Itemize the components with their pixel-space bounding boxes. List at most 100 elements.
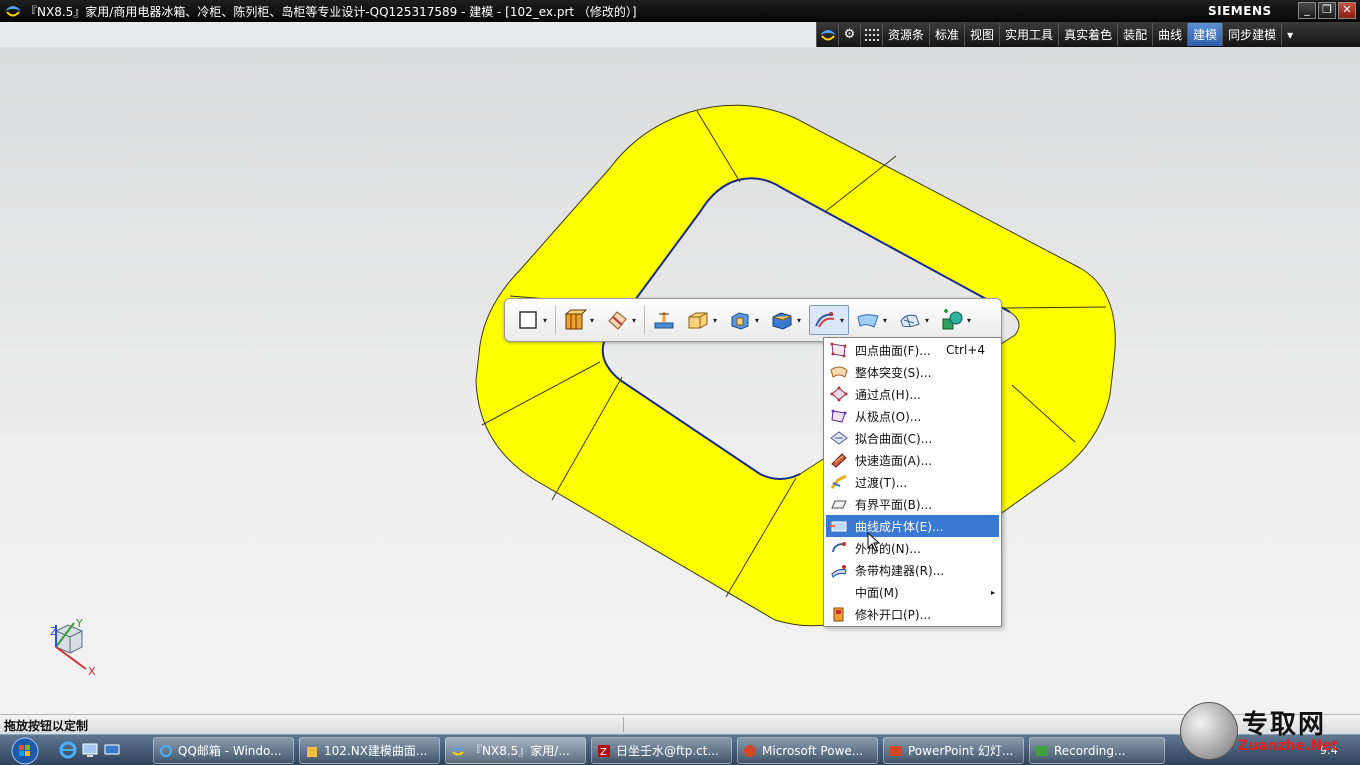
ie-icon <box>158 743 174 759</box>
start-button[interactable] <box>4 736 46 765</box>
swoop-icon <box>828 539 850 557</box>
gear-icon[interactable]: ⚙ <box>839 23 861 46</box>
menu-item-four-point-surface[interactable]: 四点曲面(F)... Ctrl+4 <box>824 339 1001 361</box>
mesh-button[interactable]: ▾ <box>895 305 933 335</box>
transition-icon <box>828 473 850 491</box>
datum-button[interactable] <box>649 305 679 335</box>
menu-item-swoop[interactable]: 外形的(N)... <box>824 537 1001 559</box>
menu-view[interactable]: 视图 <box>965 23 1001 46</box>
menu-synchronous-modeling[interactable]: 同步建模 <box>1223 23 1283 46</box>
menu-item-patch-openings[interactable]: 修补开口(P)... <box>824 603 1001 625</box>
folder-icon <box>304 743 320 759</box>
extrude-button[interactable]: ▾ <box>560 305 598 335</box>
watermark-en-text: Zuanzhe.Net <box>1238 738 1339 754</box>
menu-item-through-points[interactable]: 通过点(H)... <box>824 383 1001 405</box>
trim-icon <box>604 307 630 333</box>
from-poles-icon <box>828 407 850 425</box>
fit-surface-icon <box>828 429 850 447</box>
patch-openings-icon <box>828 605 850 623</box>
surface-dropdown-menu: 四点曲面(F)... Ctrl+4 整体突变(S)... 通过点(H)... 从… <box>823 337 1002 627</box>
taskbar-item-recording[interactable]: Recording... <box>1029 737 1165 764</box>
menu-item-rapid-surfacing[interactable]: 快速造面(A)... <box>824 449 1001 471</box>
block-button[interactable]: ▾ <box>683 305 721 335</box>
sheet-button[interactable]: ▾ <box>853 305 891 335</box>
mouse-cursor-icon <box>867 532 881 552</box>
extrude-body-icon <box>562 307 588 333</box>
minimize-button[interactable]: _ <box>1298 2 1316 19</box>
shell-icon <box>769 307 795 333</box>
boolean-button[interactable]: ▾ <box>725 305 763 335</box>
boolean-icon <box>727 307 753 333</box>
status-divider <box>623 717 624 732</box>
close-button[interactable]: ✕ <box>1338 2 1356 19</box>
rapid-surfacing-icon <box>828 451 850 469</box>
ribbon-builder-icon <box>828 561 850 579</box>
window-title: 『NX8.5』家用/商用电器冰箱、冷柜、陈列柜、岛柜等专业设计-QQ125317… <box>25 4 637 19</box>
feature-button[interactable]: ▾ <box>937 305 975 335</box>
shell-button[interactable]: ▾ <box>767 305 805 335</box>
siemens-brand: SIEMENS <box>1208 4 1272 18</box>
taskbar-item-nx[interactable]: 『NX8.5』家用/... <box>445 737 586 764</box>
surface-icon <box>812 307 838 333</box>
mesh-icon <box>897 307 923 333</box>
chevron-down-icon[interactable]: ▾ <box>881 316 889 325</box>
chevron-down-icon[interactable]: ▾ <box>965 316 973 325</box>
menubar-overflow-icon[interactable]: ▾ <box>1282 23 1298 46</box>
chevron-down-icon[interactable]: ▾ <box>541 316 549 325</box>
trim-button[interactable]: ▾ <box>602 305 640 335</box>
menu-assembly[interactable]: 装配 <box>1118 23 1154 46</box>
menu-modeling[interactable]: 建模 <box>1188 23 1224 46</box>
datum-icon <box>651 307 677 333</box>
menu-curve[interactable]: 曲线 <box>1153 23 1189 46</box>
menu-item-global-shaping[interactable]: 整体突变(S)... <box>824 361 1001 383</box>
menu-true-shading[interactable]: 真实着色 <box>1059 23 1119 46</box>
graphics-viewport[interactable] <box>0 47 1360 714</box>
nx-start-icon[interactable] <box>817 23 839 46</box>
ie-icon[interactable] <box>58 740 78 760</box>
submenu-arrow-icon: ▸ <box>990 587 995 597</box>
chevron-down-icon[interactable]: ▾ <box>630 316 638 325</box>
bounded-plane-icon <box>828 495 850 513</box>
menu-item-sheets-from-curves[interactable]: 曲线成片体(E)... <box>826 515 999 537</box>
sketch-button[interactable]: ▾ <box>513 305 551 335</box>
status-bar: 拖放按钮以定制 <box>0 714 1360 734</box>
powerpoint-icon <box>742 743 758 759</box>
grid-icon[interactable] <box>861 23 883 46</box>
chevron-down-icon[interactable]: ▾ <box>753 316 761 325</box>
restore-button[interactable]: ❐ <box>1318 2 1336 19</box>
soccer-ball-logo-icon <box>1180 702 1238 760</box>
sheets-from-curves-icon <box>828 517 850 535</box>
taskbar-item-powerpoint-slide[interactable]: PowerPoint 幻灯... <box>883 737 1024 764</box>
menu-item-bounded-plane[interactable]: 有界平面(B)... <box>824 493 1001 515</box>
menu-resource-bar[interactable]: 资源条 <box>883 23 931 46</box>
menu-utilities[interactable]: 实用工具 <box>1000 23 1060 46</box>
taskbar-item-qq-mail[interactable]: QQ邮箱 - Windo... <box>153 737 294 764</box>
menu-item-ribbon-builder[interactable]: 条带构建器(R)... <box>824 559 1001 581</box>
recording-icon <box>1034 743 1050 759</box>
chevron-down-icon[interactable]: ▾ <box>838 316 846 325</box>
chevron-down-icon[interactable]: ▾ <box>588 316 596 325</box>
desktop-icon[interactable] <box>102 740 122 760</box>
taskbar-item-powerpoint[interactable]: Microsoft Powe... <box>737 737 878 764</box>
sketch-icon <box>515 307 541 333</box>
menu-standard[interactable]: 标准 <box>930 23 966 46</box>
part-geometry <box>475 104 1116 627</box>
menu-item-midsurface[interactable]: 中面(M) ▸ <box>824 581 1001 603</box>
shortcut-label: Ctrl+4 <box>945 343 985 357</box>
chevron-down-icon[interactable]: ▾ <box>923 316 931 325</box>
nx-logo-icon <box>3 1 23 21</box>
taskbar-item-folder[interactable]: 102.NX建模曲面... <box>299 737 440 764</box>
feature-icon <box>939 307 965 333</box>
menu-item-from-poles[interactable]: 从极点(O)... <box>824 405 1001 427</box>
computer-icon[interactable] <box>80 740 100 760</box>
surface-button[interactable]: ▾ <box>809 305 849 335</box>
axis-z-label: Z <box>50 625 58 638</box>
nx-icon <box>450 743 466 759</box>
menu-item-transition[interactable]: 过渡(T)... <box>824 471 1001 493</box>
wcs-triad: X Y Z <box>46 617 106 681</box>
chevron-down-icon[interactable]: ▾ <box>795 316 803 325</box>
menu-item-fit-surface[interactable]: 拟合曲面(C)... <box>824 427 1001 449</box>
taskbar-item-filezilla[interactable]: Z 日坐壬水@ftp.ct... <box>591 737 732 764</box>
title-bar: 『NX8.5』家用/商用电器冰箱、冷柜、陈列柜、岛柜等专业设计-QQ125317… <box>0 0 1360 22</box>
chevron-down-icon[interactable]: ▾ <box>711 316 719 325</box>
